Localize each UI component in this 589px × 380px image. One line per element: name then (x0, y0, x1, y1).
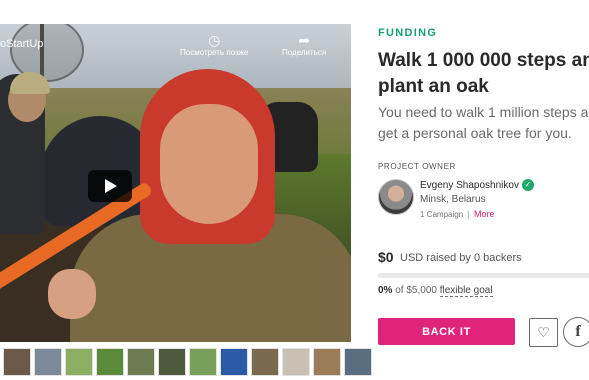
owner-separator: | (467, 209, 470, 219)
campaign-video[interactable]: oStartUp ◷ Посмотреть позже ➦ Поделиться (0, 24, 351, 342)
owner-location: Minsk, Belarus (420, 194, 486, 205)
goal-type[interactable]: flexible goal (439, 285, 493, 297)
owner-more-link[interactable]: More (474, 209, 495, 219)
thumbnail-10[interactable] (282, 348, 310, 376)
facebook-share-button[interactable]: f (563, 317, 589, 347)
goal-line: 0% of $5,000 flexible goal (378, 285, 493, 297)
project-owner-heading: PROJECT OWNER (378, 162, 456, 171)
thumbnail-2[interactable] (34, 348, 62, 376)
thumbnail-4[interactable] (96, 348, 124, 376)
checkmark-icon: ✓ (522, 179, 534, 191)
thumbnail-6[interactable] (158, 348, 186, 376)
share-label: Поделиться (282, 48, 327, 57)
funding-progress-bar (378, 273, 589, 278)
thumbnail-8[interactable] (220, 348, 248, 376)
watch-later-button[interactable]: ◷ Посмотреть позже (180, 32, 248, 57)
share-button[interactable]: ➦ Поделиться (282, 32, 326, 57)
thumbnail-5[interactable] (127, 348, 155, 376)
play-button[interactable] (88, 170, 132, 202)
gallery-thumbnails (0, 348, 372, 376)
follow-button[interactable]: ♡ (529, 318, 558, 347)
owner-avatar[interactable] (378, 179, 414, 215)
back-it-button[interactable]: BACK IT (378, 318, 515, 345)
goal-amount: of $5,000 (395, 285, 437, 296)
owner-campaign-count: 1 Campaign (420, 210, 464, 219)
video-face (160, 104, 258, 224)
heart-icon: ♡ (537, 324, 550, 340)
thumbnail-7[interactable] (189, 348, 217, 376)
thumbnail-11[interactable] (313, 348, 341, 376)
campaign-tagline: You need to walk 1 million steps and get… (378, 104, 589, 141)
watch-later-label: Посмотреть позже (180, 48, 249, 57)
raised-amount: $0 (378, 249, 394, 265)
video-channel-title[interactable]: oStartUp (0, 38, 43, 50)
owner-name[interactable]: Evgeny Shaposhnikov (420, 180, 519, 191)
facebook-icon: f (575, 323, 581, 340)
thumbnail-9[interactable] (251, 348, 279, 376)
campaign-category[interactable]: FUNDING (378, 27, 437, 39)
share-arrow-icon: ➦ (298, 32, 310, 48)
clock-icon: ◷ (208, 32, 221, 48)
campaign-title: Walk 1 000 000 steps and plant an oak (378, 50, 589, 97)
thumbnail-12[interactable] (344, 348, 372, 376)
percent-funded: 0% (378, 285, 393, 296)
thumbnail-1[interactable] (3, 348, 31, 376)
thumbnail-3[interactable] (65, 348, 93, 376)
video-hand (48, 269, 96, 319)
raised-text: USD raised by 0 backers (400, 252, 522, 264)
